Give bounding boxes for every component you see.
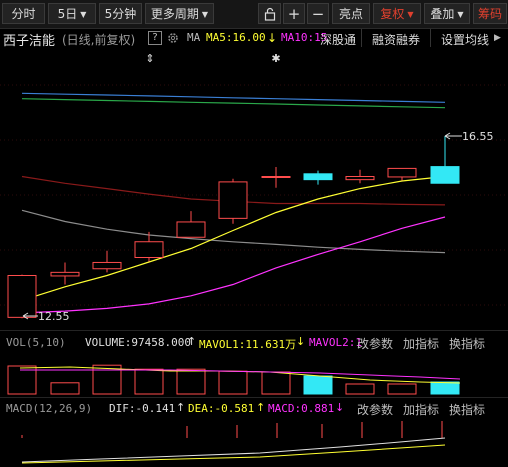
macd-histogram — [21, 421, 443, 438]
period-label: (日线,前复权) — [62, 33, 136, 47]
candlestick[interactable] — [303, 170, 333, 185]
divider — [430, 29, 431, 47]
macd-params-link[interactable]: 改参数 — [357, 401, 393, 418]
more-periods-label: 更多周期 — [150, 7, 199, 21]
dif-line — [21, 437, 446, 463]
volume-value: VOLUME:97458.000 — [85, 336, 191, 349]
tab-intraday-label: 分时 — [11, 7, 36, 21]
candlestick[interactable] — [430, 136, 460, 184]
volume-info-row: VOL(5,10) VOLUME:97458.000 ↑ MAVOL1:11.6… — [0, 334, 508, 352]
candlestick[interactable] — [92, 250, 122, 273]
volume-bar — [176, 368, 206, 395]
ma-settings-link[interactable]: 设置均线 — [441, 31, 489, 48]
highlight-label: 亮点 — [338, 7, 363, 21]
lock-icon — [264, 7, 275, 21]
candlestick[interactable] — [50, 262, 80, 285]
lock-button[interactable] — [258, 3, 281, 24]
volume-bar — [261, 371, 291, 395]
gear-icon[interactable] — [167, 32, 179, 44]
tab-5day-label: 5日 — [57, 7, 78, 21]
chevron-right-icon[interactable]: ▶ — [494, 33, 501, 43]
volume-bar — [134, 368, 164, 395]
divider — [0, 330, 508, 331]
ma-green-line — [21, 98, 446, 109]
candlestick[interactable] — [261, 167, 291, 188]
shengutong-link[interactable]: 深股通 — [320, 31, 356, 48]
tab-intraday[interactable]: 分时 — [2, 3, 45, 24]
high-price-marker: 16.55 — [444, 130, 494, 143]
dea-value: DEA:-0.581 — [188, 402, 255, 415]
plus-icon: + — [287, 5, 301, 23]
volume-add-indicator-link[interactable]: 加指标 — [403, 335, 439, 352]
macd-chart[interactable] — [0, 418, 508, 467]
dif-value: DIF:-0.141 — [109, 402, 176, 415]
volume-bar — [430, 381, 460, 395]
candlestick[interactable] — [387, 167, 417, 181]
event-marker-icon[interactable]: ✱ — [271, 52, 280, 65]
macd-add-indicator-link[interactable]: 加指标 — [403, 401, 439, 418]
volume-chart[interactable] — [0, 352, 508, 396]
macd-switch-indicator-link[interactable]: 换指标 — [449, 401, 485, 418]
chevron-down-icon: ▼ — [457, 10, 464, 19]
mavol2-value: MAVOL2:1 — [309, 336, 362, 349]
overlay-label: 叠加 — [430, 7, 455, 21]
macd-value: MACD:0.881 — [268, 402, 335, 415]
event-marker-icon[interactable]: ⇕ — [145, 52, 154, 65]
volume-bar — [50, 382, 80, 395]
volume-indicator-title[interactable]: VOL(5,10) — [6, 336, 66, 349]
chips-button[interactable]: 筹码 — [473, 3, 507, 24]
chips-label: 筹码 — [477, 7, 502, 21]
macd-info-row: MACD(12,26,9) DIF:-0.141 ↑ DEA:-0.581 ↑ … — [0, 400, 508, 418]
help-icon[interactable]: ? — [148, 31, 162, 45]
rongzi-link[interactable]: 融资融券 — [372, 31, 420, 48]
chevron-down-icon: ▼ — [80, 10, 87, 19]
ma-label: MA — [187, 31, 201, 44]
divider — [0, 397, 508, 398]
candlestick[interactable] — [176, 211, 206, 238]
down-arrow-icon: ↓ — [296, 335, 306, 348]
candlestick[interactable] — [218, 178, 248, 224]
ma5-arrow-icon: ↓ — [267, 31, 278, 45]
ma10-line — [21, 216, 446, 314]
kline-chart[interactable]: ⇕ ✱ 16.55 12.55 — [0, 48, 508, 330]
up-arrow-icon: ↑ — [176, 401, 186, 414]
indicator-info-row: 西子洁能 (日线,前复权) ? MA MA5:16.00 ↓ MA10:15 深… — [0, 29, 508, 49]
volume-params-link[interactable]: 改参数 — [357, 335, 393, 352]
tab-5day[interactable]: 5日 ▼ — [48, 3, 96, 24]
overlay-dropdown[interactable]: 叠加 ▼ — [424, 3, 470, 24]
down-arrow-icon: ↓ — [335, 401, 345, 414]
minus-icon: − — [311, 5, 325, 23]
tab-5min-label: 5分钟 — [104, 7, 137, 21]
stock-name: 西子洁能 — [3, 34, 56, 49]
chevron-down-icon: ▼ — [201, 10, 209, 19]
chevron-down-icon: ▼ — [407, 10, 414, 19]
up-arrow-icon: ↑ — [256, 401, 266, 414]
mavol1-value: MAVOL1:11.631万 — [199, 338, 297, 351]
volume-bar — [345, 383, 375, 395]
candlestick[interactable] — [345, 169, 375, 184]
volume-bar — [303, 375, 333, 395]
volume-bar — [387, 383, 417, 395]
fuquan-label: 复权 — [380, 7, 405, 21]
candles — [7, 136, 460, 319]
zoom-out-button[interactable]: − — [307, 3, 329, 24]
macd-indicator-title[interactable]: MACD(12,26,9) — [6, 402, 92, 415]
up-arrow-icon: ↑ — [187, 335, 197, 348]
high-price-label: 16.55 — [462, 130, 494, 143]
toolbar: 分时 5日 ▼ 5分钟 更多周期 ▼ + − 亮点 复权 ▼ 叠加 ▼ 筹码 — [0, 0, 508, 29]
divider — [361, 29, 362, 47]
low-price-label: 12.55 — [38, 310, 70, 323]
ma5-value: MA5:16.00 — [206, 31, 266, 44]
volume-switch-indicator-link[interactable]: 换指标 — [449, 335, 485, 352]
more-periods-dropdown[interactable]: 更多周期 ▼ — [145, 3, 214, 24]
tab-5min[interactable]: 5分钟 — [99, 3, 142, 24]
candlestick[interactable] — [7, 274, 37, 319]
fuquan-dropdown[interactable]: 复权 ▼ — [373, 3, 421, 24]
ma-blue-line — [21, 92, 446, 103]
zoom-in-button[interactable]: + — [283, 3, 305, 24]
volume-bar — [218, 370, 248, 395]
highlight-button[interactable]: 亮点 — [332, 3, 370, 24]
